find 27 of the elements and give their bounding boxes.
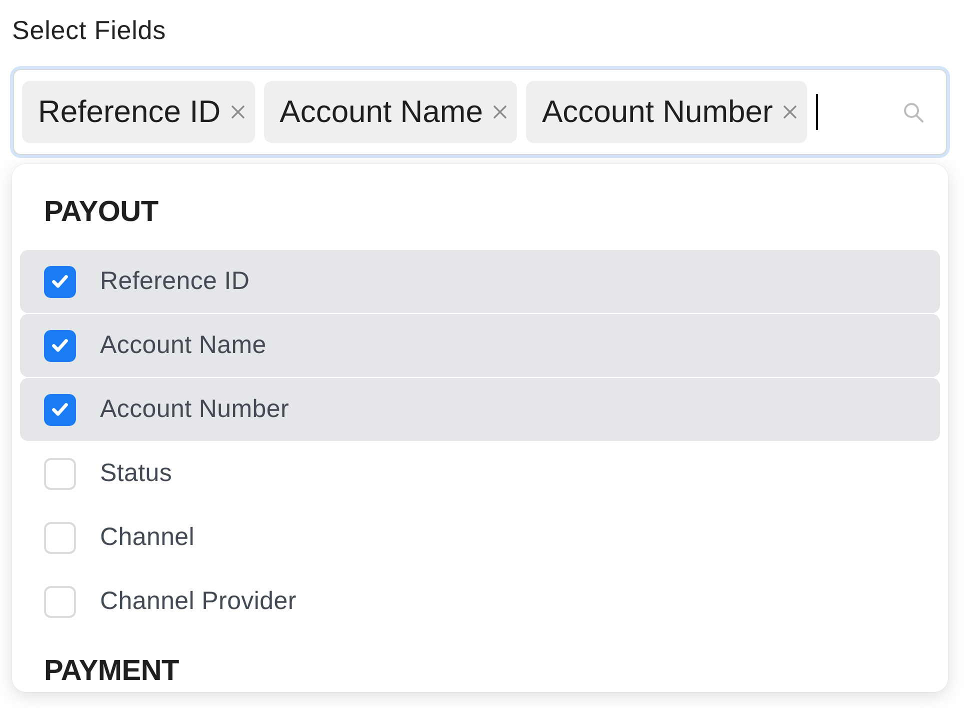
close-icon[interactable] (230, 105, 245, 119)
option-item[interactable]: Channel Provider (20, 570, 940, 633)
check-icon (52, 339, 68, 352)
tag-label: Account Name (280, 93, 483, 131)
close-icon[interactable] (782, 105, 797, 119)
checkbox[interactable] (44, 586, 76, 618)
option-item[interactable]: Status (20, 442, 940, 505)
checkbox[interactable] (44, 330, 76, 362)
option-item[interactable]: Account Name (20, 314, 940, 377)
tag-label: Account Number (542, 93, 773, 131)
checkbox[interactable] (44, 458, 76, 490)
checkbox[interactable] (44, 394, 76, 426)
option-item[interactable]: Channel (20, 506, 940, 569)
section-heading: PAYMENT (44, 654, 179, 689)
search-icon (903, 102, 924, 122)
section-heading: PAYOUT (44, 195, 158, 230)
multi-select-field[interactable]: Reference ID Account Name Account Number (13, 69, 947, 155)
tag-label: Reference ID (38, 93, 221, 131)
text-cursor (816, 94, 818, 130)
check-icon (52, 403, 68, 416)
checkbox[interactable] (44, 266, 76, 298)
option-item[interactable]: Account Number (20, 378, 940, 441)
option-item[interactable]: Reference ID (20, 250, 940, 313)
checkbox[interactable] (44, 522, 76, 554)
field-label: Select Fields (12, 14, 166, 47)
check-icon (52, 275, 68, 288)
close-icon[interactable] (492, 105, 507, 119)
